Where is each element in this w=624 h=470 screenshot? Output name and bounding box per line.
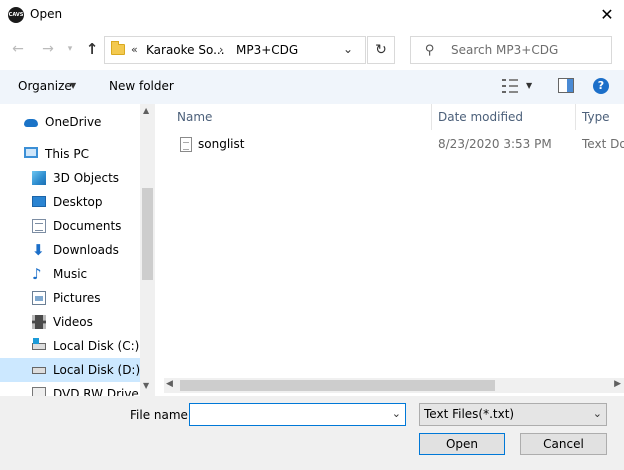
file-name: songlist xyxy=(198,137,245,151)
cancel-button[interactable]: Cancel xyxy=(520,433,607,455)
organize-button[interactable]: Organize xyxy=(18,79,72,93)
search-icon: ⚲ xyxy=(425,43,435,58)
sidebar-item-label: Pictures xyxy=(53,291,101,305)
sidebar-item-label: Local Disk (C:) xyxy=(53,339,140,353)
file-name-input[interactable] xyxy=(193,406,383,423)
video-icon xyxy=(32,315,46,329)
horizontal-scrollbar[interactable]: ◀ ▶ xyxy=(164,378,624,393)
back-arrow-icon[interactable]: ← xyxy=(8,39,28,59)
sidebar-item-this-pc[interactable]: This PC xyxy=(0,142,140,166)
music-icon: ♪ xyxy=(32,265,42,283)
help-icon[interactable]: ? xyxy=(593,78,609,94)
close-button[interactable]: ✕ xyxy=(590,0,624,30)
breadcrumb-item-mp3cdg[interactable]: MP3+CDG xyxy=(236,43,298,57)
sidebar-scrollbar[interactable]: ▲ ▼ xyxy=(140,104,155,396)
sidebar-item-onedrive[interactable]: OneDrive xyxy=(0,110,140,134)
scrollbar-thumb[interactable] xyxy=(142,188,153,280)
desktop-icon xyxy=(32,196,46,207)
cube-icon xyxy=(32,171,46,185)
file-name-combobox[interactable]: ⌄ xyxy=(189,403,406,426)
column-divider[interactable] xyxy=(575,104,576,130)
refresh-icon[interactable]: ↻ xyxy=(367,36,395,64)
file-list: ^ Name Date modified Type songlist 8/23/… xyxy=(164,104,624,396)
window-title: Open xyxy=(30,7,63,21)
sidebar-item-videos[interactable]: Videos xyxy=(0,310,140,334)
sidebar-item-music[interactable]: ♪ Music xyxy=(0,262,140,286)
sidebar-item-label: 3D Objects xyxy=(53,171,120,185)
search-box[interactable]: ⚲ xyxy=(410,36,612,64)
app-logo-icon: CAVS xyxy=(8,7,24,23)
sidebar-item-dvd-drive[interactable]: DVD RW Drive (E xyxy=(0,382,155,396)
dvd-drive-icon xyxy=(32,387,46,396)
open-dialog: CAVS Open ✕ ← → ▾ ↑ « Karaoke So... › MP… xyxy=(0,0,624,470)
column-divider[interactable] xyxy=(431,104,432,130)
column-header-date-modified[interactable]: Date modified xyxy=(438,110,523,124)
breadcrumb-separator-icon[interactable]: › xyxy=(219,43,223,56)
open-button[interactable]: Open xyxy=(419,433,505,455)
chevron-down-icon[interactable]: ⌄ xyxy=(593,407,602,420)
chevron-down-icon[interactable]: ⌄ xyxy=(343,42,353,56)
sidebar-item-desktop[interactable]: Desktop xyxy=(0,190,140,214)
sidebar-item-label: Music xyxy=(53,267,88,281)
sidebar-item-downloads[interactable]: ⬇ Downloads xyxy=(0,238,140,262)
column-header-type[interactable]: Type xyxy=(582,110,610,124)
new-folder-button[interactable]: New folder xyxy=(109,79,174,93)
document-icon xyxy=(32,219,46,233)
sidebar-item-local-disk-d[interactable]: Local Disk (D:) xyxy=(0,358,140,382)
preview-pane-icon[interactable] xyxy=(558,78,574,93)
sidebar-item-label: Downloads xyxy=(53,243,119,257)
scroll-down-icon[interactable]: ▼ xyxy=(143,381,149,390)
sidebar-item-3d-objects[interactable]: 3D Objects xyxy=(0,166,140,190)
scrollbar-thumb[interactable] xyxy=(180,380,495,391)
file-type-filter-select[interactable]: Text Files(*.txt) ⌄ xyxy=(419,403,607,426)
sidebar-item-documents[interactable]: Documents xyxy=(0,214,140,238)
up-arrow-icon[interactable]: ↑ xyxy=(82,39,102,59)
file-type: Text Doc xyxy=(582,137,624,151)
sidebar-item-label: Videos xyxy=(53,315,93,329)
drive-icon xyxy=(32,367,46,374)
navigation-pane: OneDrive This PC 3D Objects Desktop Docu… xyxy=(0,104,155,396)
sidebar-item-label: This PC xyxy=(45,147,89,161)
file-name-label: File name: xyxy=(130,408,192,422)
sidebar-item-label: Desktop xyxy=(53,195,103,209)
chevron-down-icon[interactable]: ⌄ xyxy=(392,407,401,420)
computer-icon xyxy=(24,147,38,158)
navigation-bar: ← → ▾ ↑ « Karaoke So... › MP3+CDG ⌄ ↻ ⚲ xyxy=(0,34,624,64)
sidebar-item-local-disk-c[interactable]: Local Disk (C:) xyxy=(0,334,140,358)
file-date-modified: 8/23/2020 3:53 PM xyxy=(438,137,552,151)
cloud-icon xyxy=(24,119,38,127)
sidebar-item-label: OneDrive xyxy=(45,115,102,129)
text-file-icon xyxy=(180,137,192,152)
breadcrumb-overflow[interactable]: « xyxy=(131,43,138,56)
dialog-footer: File name: ⌄ Text Files(*.txt) ⌄ Open Ca… xyxy=(0,396,624,470)
sidebar-item-label: Documents xyxy=(53,219,122,233)
view-options-icon[interactable] xyxy=(502,78,518,94)
address-bar[interactable]: « Karaoke So... › MP3+CDG ⌄ xyxy=(104,36,366,64)
column-header-name[interactable]: Name xyxy=(177,110,212,124)
download-icon: ⬇ xyxy=(32,241,45,259)
picture-icon xyxy=(32,291,46,305)
forward-arrow-icon[interactable]: → xyxy=(38,39,58,59)
drive-icon xyxy=(32,338,46,350)
scroll-up-icon[interactable]: ▲ xyxy=(143,106,149,115)
sort-ascending-icon: ^ xyxy=(298,104,306,108)
sidebar-item-pictures[interactable]: Pictures xyxy=(0,286,140,310)
sidebar-item-label: Local Disk (D:) xyxy=(53,363,141,377)
scroll-left-icon[interactable]: ◀ xyxy=(166,379,173,389)
folder-icon xyxy=(111,41,125,55)
chevron-down-icon[interactable]: ▼ xyxy=(526,81,532,90)
breadcrumb-item-karaoke[interactable]: Karaoke So... xyxy=(146,43,225,57)
search-input[interactable] xyxy=(451,42,606,58)
command-bar: Organize ▼ New folder ▼ ? xyxy=(0,70,624,104)
title-bar: CAVS Open ✕ xyxy=(0,0,624,30)
scroll-right-icon[interactable]: ▶ xyxy=(614,379,621,389)
file-row[interactable]: songlist 8/23/2020 3:53 PM Text Doc xyxy=(164,134,624,156)
recent-locations-chevron-icon[interactable]: ▾ xyxy=(60,39,80,59)
chevron-down-icon[interactable]: ▼ xyxy=(70,81,76,90)
file-type-filter-value: Text Files(*.txt) xyxy=(424,407,515,421)
